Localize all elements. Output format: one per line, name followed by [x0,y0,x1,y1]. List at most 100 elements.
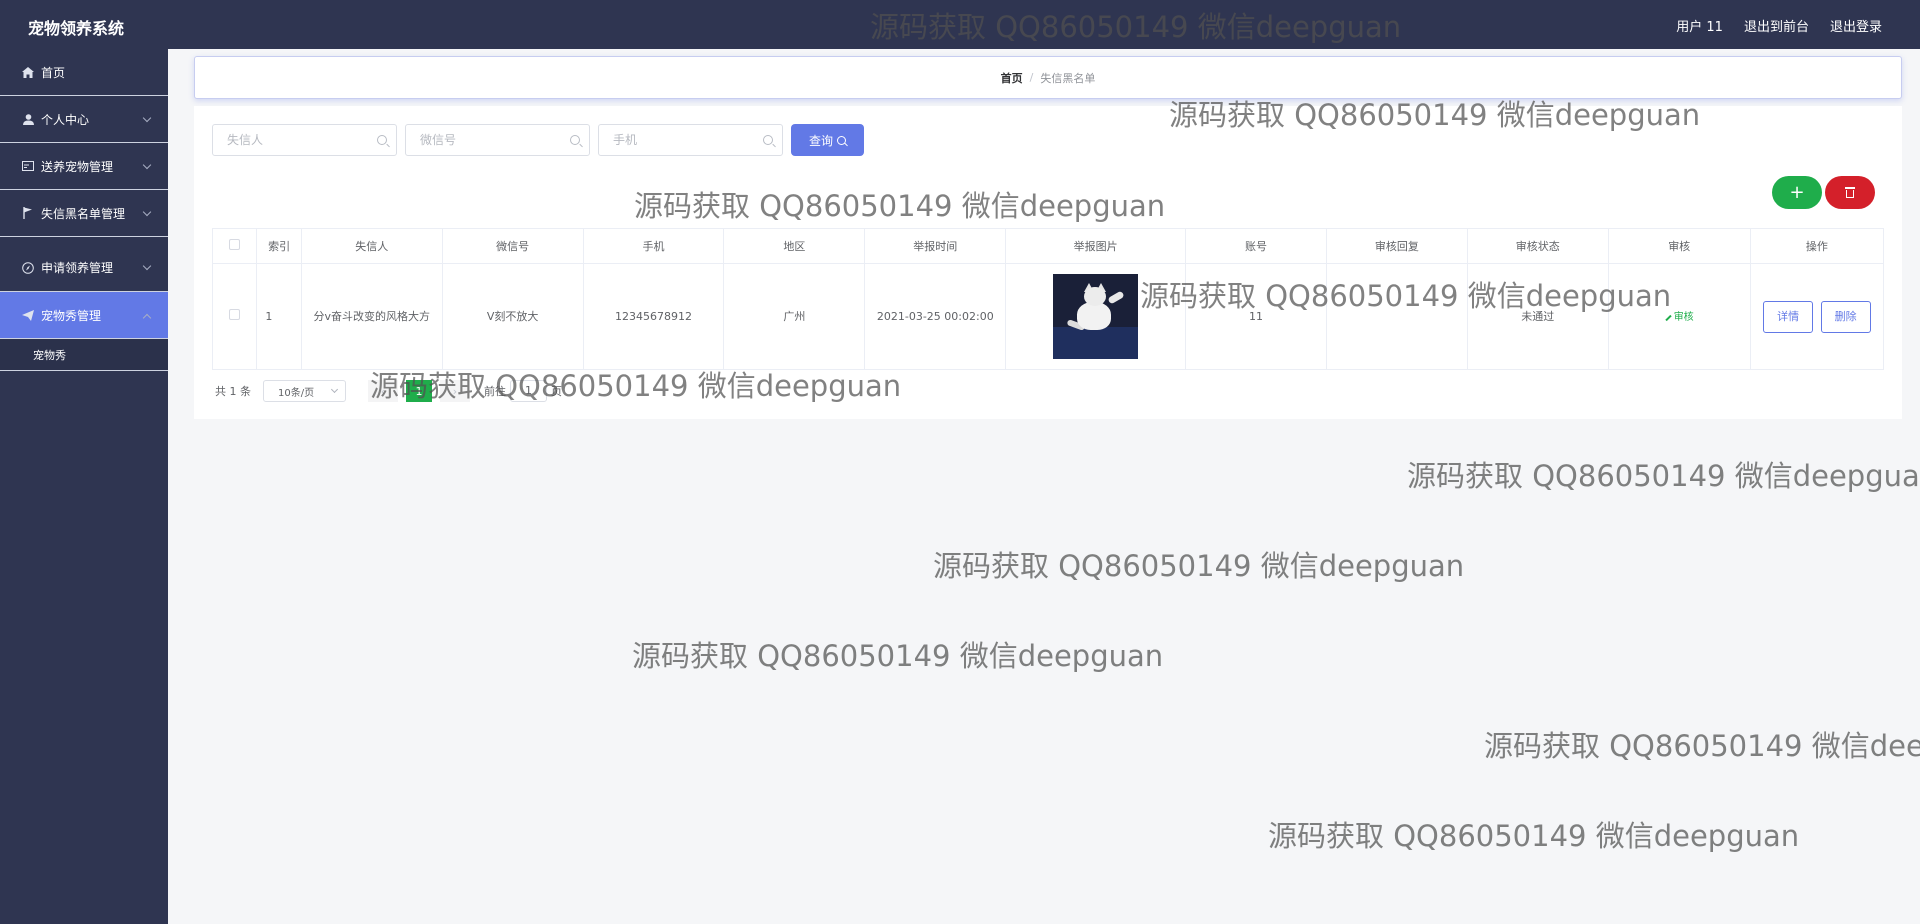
photo-floor [1053,327,1139,359]
cat-paw [1107,290,1125,305]
report-image[interactable] [1053,274,1139,359]
chevron-up-icon [142,313,152,323]
actions-cell: 详情 删除 [1749,263,1885,370]
phone-cell: 12345678912 [582,263,725,370]
cat-body [1077,302,1112,330]
logout-link[interactable]: 退出登录 [1830,16,1882,35]
blacklist-table: 索引 失信人 微信号 手机 地区 举报时间 举报图片 账号 审核回复 审核状态 … [211,228,1885,370]
search-bar: 查询 [212,124,864,156]
paper-plane-icon [20,309,36,321]
sidebar-item-label: 送养宠物管理 [41,159,114,174]
phone-search-field [598,124,783,156]
goto-page-input[interactable]: 1 [510,380,547,402]
batch-delete-button[interactable] [1825,176,1875,209]
plus-icon: + [1789,182,1805,203]
row-select-cell [211,263,258,370]
prev-page-button[interactable]: ‹ [368,380,398,402]
goto-label: 前往 [484,385,506,398]
table-header-row: 索引 失信人 微信号 手机 地区 举报时间 举报图片 账号 审核回复 审核状态 … [211,228,1885,264]
sidebar-item-label: 失信黑名单管理 [41,206,126,221]
header-actions: 用户 11 退出到前台 退出登录 [1676,16,1882,35]
wechat-cell: V刻不放大 [441,263,584,370]
audit-cell: 审核 [1607,263,1751,370]
column-header: 举报图片 [1005,228,1187,264]
row-checkbox[interactable] [229,309,241,320]
sidebar-item-foster-pet[interactable]: 送养宠物管理 [0,143,168,190]
column-header: 操作 [1749,228,1885,264]
audit-link[interactable]: 审核 [1665,309,1694,326]
report-image-cell [1005,263,1187,370]
name-cell: 分v奋斗改变的风格大方 [300,263,443,370]
content-panel: 查询 + 索引 失信人 微信号 手机 地区 举报时间 举报图片 账号 [194,106,1902,419]
next-page-button[interactable]: › [440,380,470,402]
column-header: 失信人 [300,228,443,264]
table-row: 1 分v奋斗改变的风格大方 V刻不放大 12345678912 广州 2021-… [211,263,1885,370]
top-header: 宠物领养系统 用户 11 退出到前台 退出登录 [0,0,1920,49]
home-icon [20,66,36,78]
wechat-search-field [405,124,590,156]
search-icon [377,135,387,145]
sidebar-item-pet-show[interactable]: 宠物秀管理 [0,292,168,339]
sidebar-item-label: 申请领养管理 [41,261,114,275]
watermark: 源码获取 QQ86050149 微信deepguan [1268,819,1800,853]
column-header: 微信号 [441,228,584,264]
column-header: 地区 [723,228,866,264]
card-icon [20,161,36,171]
name-search-input[interactable] [213,125,396,155]
pagination: 共 1 条 10条/页 ‹ 1 › 前往 1 页 [215,380,562,402]
add-button[interactable]: + [1772,176,1822,209]
flag-icon [20,207,36,219]
column-header: 账号 [1185,228,1327,264]
select-all-header [211,228,258,264]
breadcrumb-separator: / [1029,71,1034,84]
cat-head [1084,287,1107,306]
watermark: 源码获取 QQ86050149 微信deepguan [632,639,1164,673]
detail-button[interactable]: 详情 [1763,300,1814,333]
sidebar-item-personal-center[interactable]: 个人中心 [0,96,168,143]
submenu-item-pet-show[interactable]: 宠物秀 [0,339,168,371]
page-number[interactable]: 1 [406,380,432,402]
reply-cell [1325,263,1468,370]
account-cell: 11 [1185,263,1327,370]
region-cell: 广州 [723,263,866,370]
user-icon [20,113,36,125]
status-cell: 未通过 [1466,263,1609,370]
breadcrumb-current: 失信黑名单 [1040,71,1096,85]
sidebar-item-label: 个人中心 [41,112,90,127]
column-header: 举报时间 [864,228,1007,264]
page-size-select[interactable]: 10条/页 [263,380,346,402]
watermark: 源码获取 QQ86050149 微信deepguan [1407,459,1920,493]
query-button-label: 查询 [808,133,833,148]
sidebar: 首页 个人中心 送养宠物管理 失信黑名单管理 申请领养管理 宠物秀管理 宠物秀 [0,49,168,924]
current-user[interactable]: 用户 11 [1676,16,1723,35]
total-count: 共 1 条 [215,385,251,398]
watermark: 源码获取 QQ86050149 微信deepguan [1484,729,1920,763]
chevron-down-icon [142,207,152,217]
sidebar-item-home[interactable]: 首页 [0,49,168,96]
name-search-field [212,124,397,156]
watermark: 源码获取 QQ86050149 微信deepguan [933,549,1465,583]
column-header: 审核 [1607,228,1751,264]
chevron-down-icon [142,261,152,271]
select-all-checkbox[interactable] [229,239,241,250]
chevron-down-icon [142,113,152,123]
phone-search-input[interactable] [599,125,782,155]
column-header: 审核回复 [1325,228,1468,264]
back-to-front-link[interactable]: 退出到前台 [1744,16,1809,35]
column-header: 审核状态 [1466,228,1609,264]
app-title: 宠物领养系统 [28,19,125,38]
index-cell: 1 [256,263,302,370]
sidebar-item-blacklist[interactable]: 失信黑名单管理 [0,190,168,237]
trash-icon [1845,187,1855,198]
search-icon [570,135,580,145]
query-button[interactable]: 查询 [791,124,864,156]
wechat-search-input[interactable] [406,125,589,155]
delete-button[interactable]: 删除 [1820,300,1871,333]
sidebar-item-adoption[interactable]: 申请领养管理 [0,244,168,292]
sidebar-item-label: 宠物秀管理 [41,308,102,323]
breadcrumb-home[interactable]: 首页 [1001,70,1023,86]
column-header: 索引 [256,228,302,264]
edit-icon [1665,314,1672,321]
audit-label: 审核 [1673,312,1694,324]
report-time-cell: 2021-03-25 00:02:00 [864,263,1007,370]
